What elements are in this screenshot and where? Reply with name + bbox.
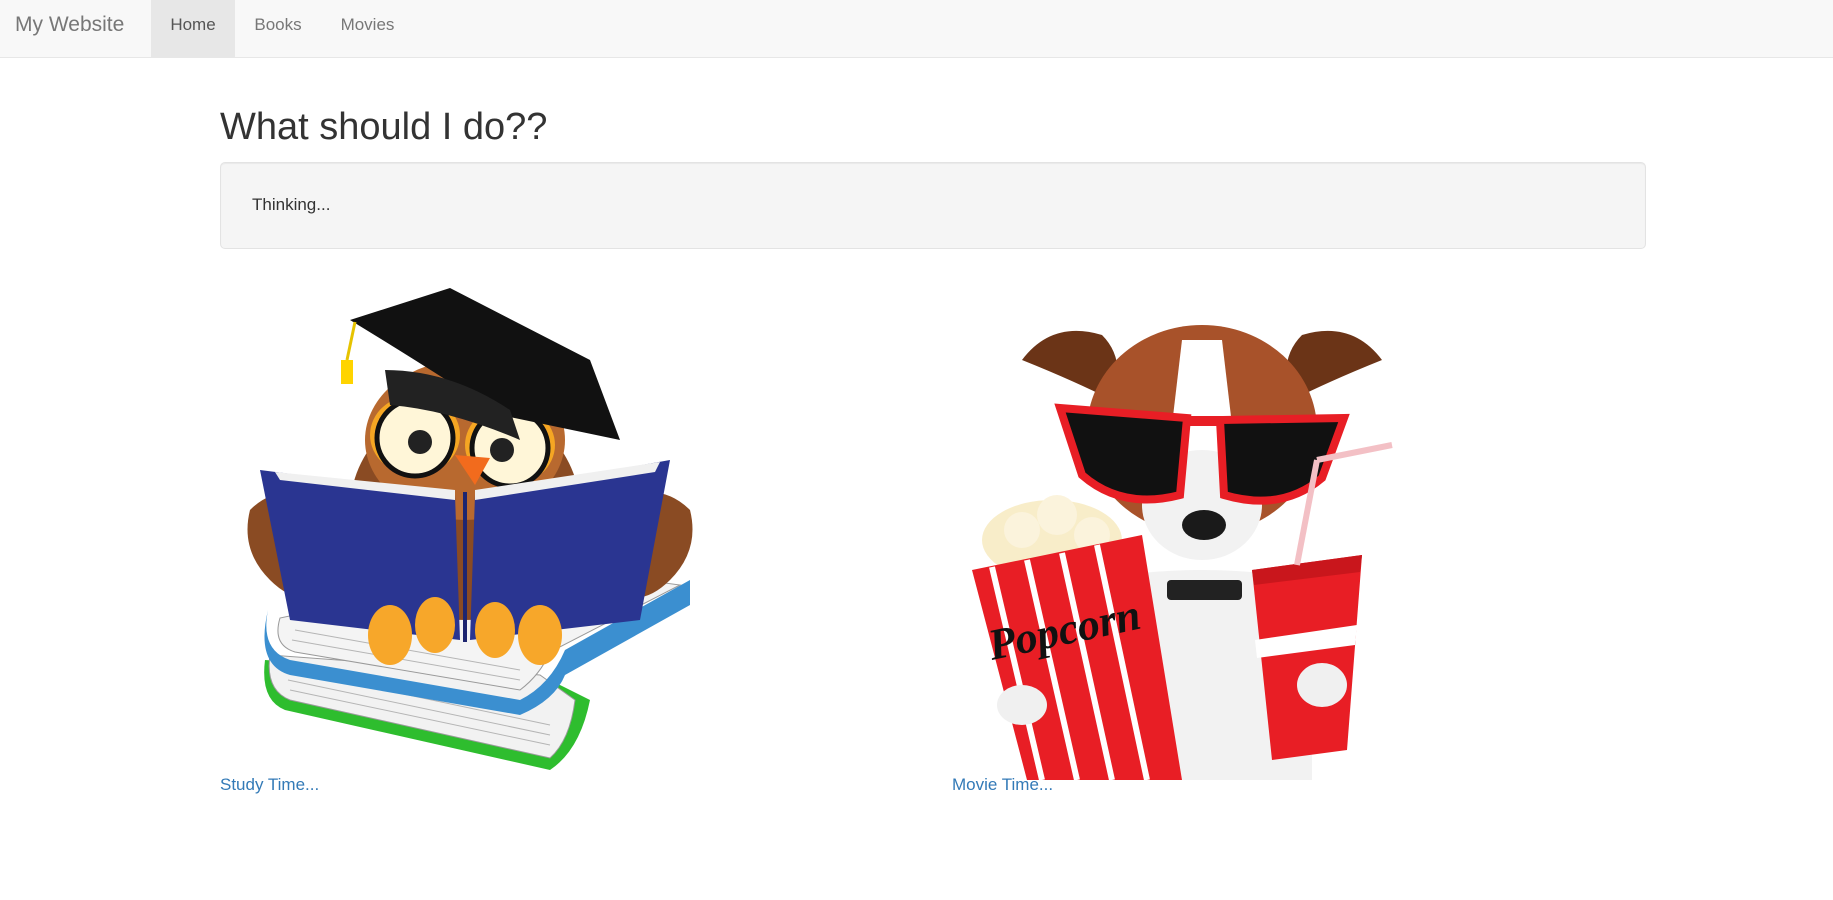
nav-item-home[interactable]: Home <box>151 0 235 57</box>
navbar: My Website Home Books Movies <box>0 0 1833 58</box>
nav-item-movies[interactable]: Movies <box>321 0 414 57</box>
owl-reading-illustration <box>247 288 693 770</box>
brand-link[interactable]: My Website <box>15 0 124 57</box>
dog-popcorn-illustration: Popcorn <box>972 325 1393 781</box>
status-well: Thinking... <box>220 162 1646 249</box>
page-title: What should I do?? <box>220 106 548 148</box>
movie-image[interactable]: Popcorn <box>952 280 1452 781</box>
study-image[interactable] <box>220 280 720 780</box>
nav-item-books[interactable]: Books <box>235 0 321 57</box>
study-time-link[interactable]: Study Time... <box>220 775 319 795</box>
status-text: Thinking... <box>252 195 331 214</box>
movie-time-link[interactable]: Movie Time... <box>952 775 1053 795</box>
popcorn-bucket-icon: Popcorn <box>972 495 1182 781</box>
